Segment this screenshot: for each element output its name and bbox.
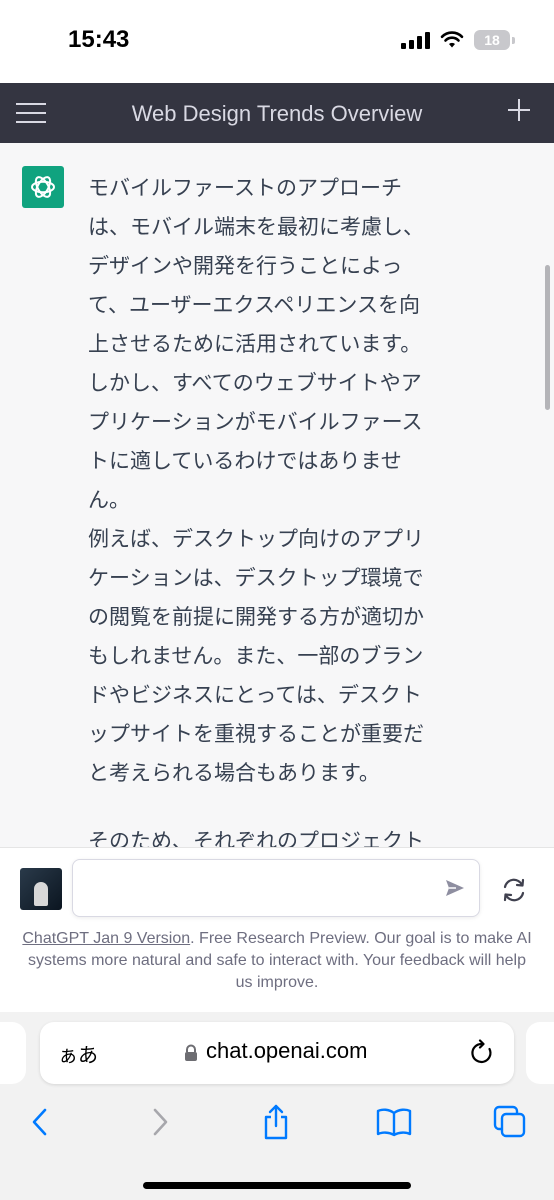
user-avatar	[20, 868, 62, 910]
status-icons: 18	[401, 30, 515, 50]
bookmarks-icon[interactable]	[372, 1100, 416, 1144]
version-link[interactable]: ChatGPT Jan 9 Version	[22, 930, 190, 947]
message-paragraph: そのため、それぞれのプロジェクト	[88, 829, 424, 847]
share-icon[interactable]	[254, 1100, 298, 1144]
scrollbar[interactable]	[545, 265, 550, 410]
reload-icon[interactable]	[468, 1039, 496, 1067]
prompt-box[interactable]	[72, 859, 480, 917]
address-bar[interactable]: ぁあ chat.openai.com	[40, 1022, 514, 1084]
wifi-icon	[440, 31, 464, 48]
chat-header: Web Design Trends Overview	[0, 83, 554, 143]
next-tab-preview[interactable]	[526, 1022, 554, 1084]
tabs-icon[interactable]	[488, 1100, 532, 1144]
url-text[interactable]: chat.openai.com	[206, 1038, 367, 1064]
status-bar: 15:43 18	[0, 0, 554, 83]
lock-icon	[185, 1044, 197, 1061]
browser-toolbar	[0, 1100, 554, 1144]
browser-bottom-bar: ぁあ chat.openai.com	[0, 1012, 554, 1200]
prompt-input[interactable]	[85, 868, 429, 908]
battery-icon: 18	[474, 30, 515, 50]
footer-note: ChatGPT Jan 9 Version. Free Research Pre…	[20, 928, 534, 994]
previous-tab-preview[interactable]	[0, 1022, 26, 1084]
battery-level: 18	[484, 32, 500, 48]
home-indicator	[143, 1182, 411, 1189]
message-paragraph: 例えば、デスクトップ向けのアプリケーションは、デスクトップ環境での閲覧を前提に開…	[88, 527, 424, 785]
send-icon[interactable]	[443, 876, 467, 900]
page-settings-button[interactable]: ぁあ	[58, 1039, 98, 1068]
new-chat-button[interactable]	[506, 97, 532, 123]
refresh-icon[interactable]	[500, 876, 528, 904]
conversation-title: Web Design Trends Overview	[131, 101, 423, 126]
signal-icon	[401, 31, 430, 49]
composer-area: ChatGPT Jan 9 Version. Free Research Pre…	[0, 847, 554, 1013]
back-icon[interactable]	[18, 1100, 62, 1144]
message-paragraph: モバイルファーストのアプローチは、モバイル端末を最初に考慮し、デザインや開発を行…	[88, 176, 424, 512]
status-time: 15:43	[68, 26, 130, 53]
message-area[interactable]: モバイルファーストのアプローチは、モバイル端末を最初に考慮し、デザインや開発を行…	[0, 143, 554, 847]
assistant-message: モバイルファーストのアプローチは、モバイル端末を最初に考慮し、デザインや開発を行…	[88, 169, 438, 847]
forward-icon[interactable]	[138, 1100, 182, 1144]
chatgpt-logo-icon	[22, 166, 64, 208]
